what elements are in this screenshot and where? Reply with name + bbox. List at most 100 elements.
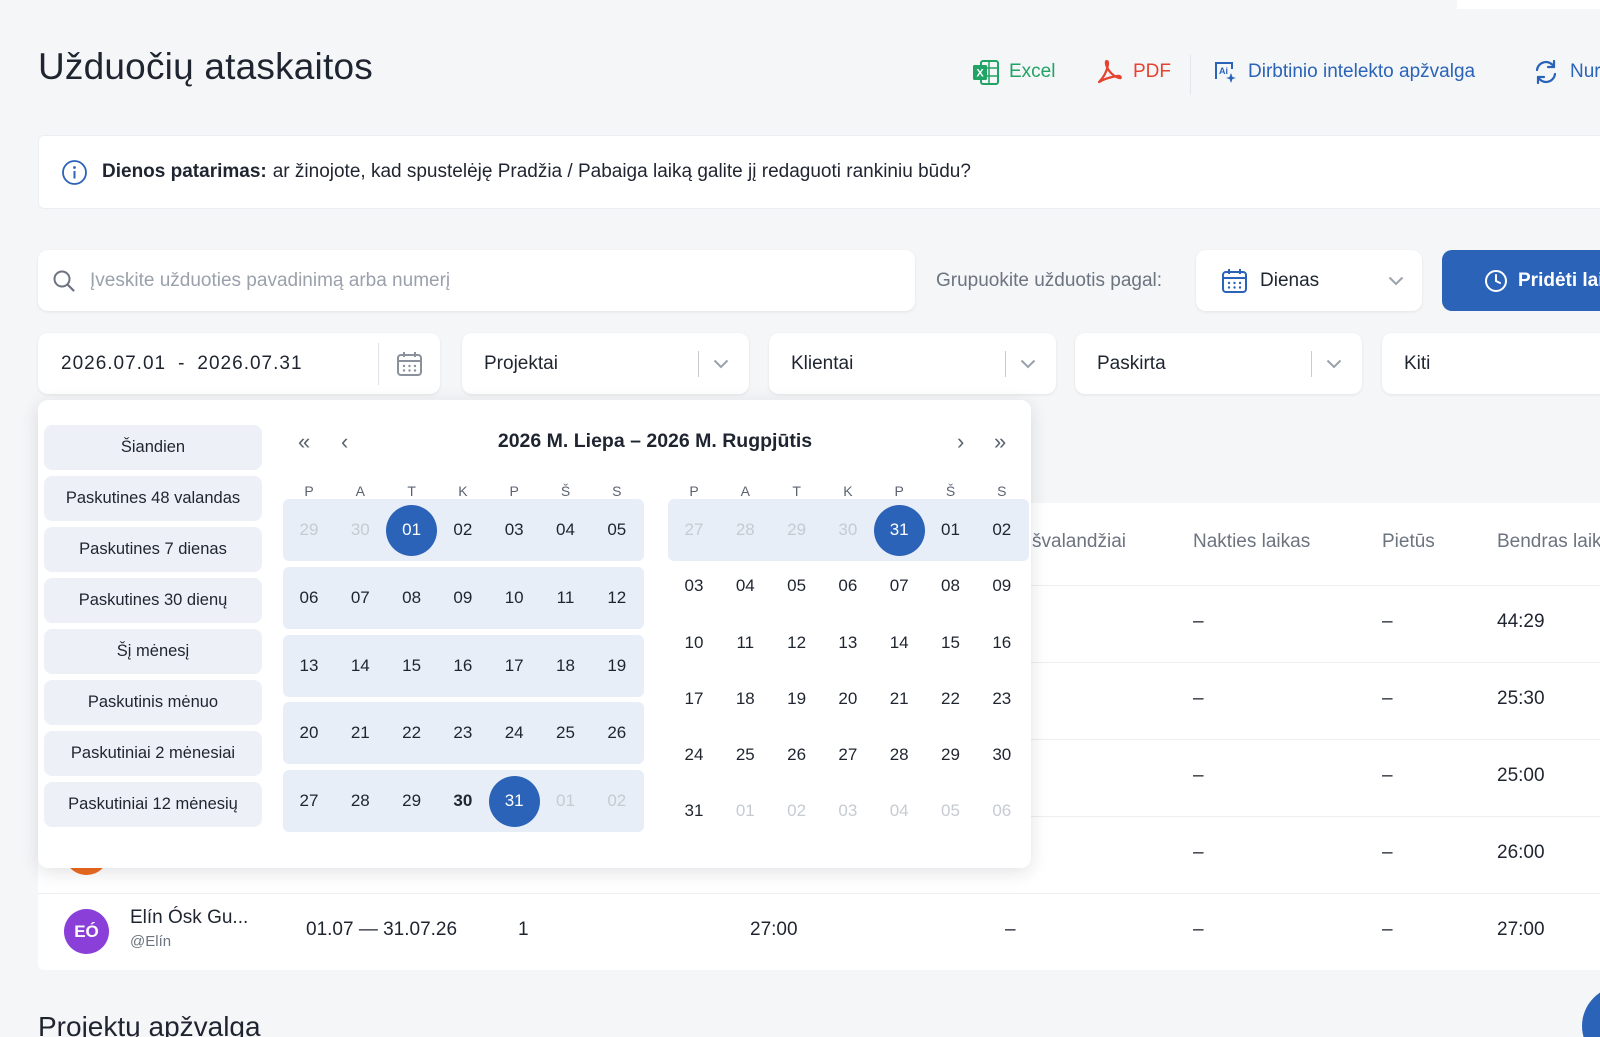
calendar-day[interactable]: 27 <box>823 745 873 765</box>
calendar-day[interactable]: 31 <box>669 801 719 821</box>
calendar-day[interactable]: 02 <box>438 520 488 540</box>
calendar-day[interactable]: 03 <box>489 520 539 540</box>
calendar-day[interactable]: 12 <box>772 633 822 653</box>
calendar-day[interactable]: 27 <box>669 520 719 540</box>
calendar-day[interactable]: 02 <box>977 520 1027 540</box>
calendar-day[interactable]: 22 <box>926 689 976 709</box>
prev-month-icon[interactable]: ‹ <box>341 431 348 453</box>
calendar-day[interactable]: 24 <box>669 745 719 765</box>
preset-today[interactable]: Šiandien <box>44 425 262 470</box>
calendar-day[interactable]: 30 <box>335 520 385 540</box>
calendar-day[interactable]: 01 <box>387 520 437 540</box>
calendar-day[interactable]: 19 <box>772 689 822 709</box>
calendar-day[interactable]: 29 <box>284 520 334 540</box>
calendar-day[interactable]: 01 <box>720 801 770 821</box>
assigned-filter[interactable]: Paskirta <box>1075 333 1362 394</box>
calendar-day[interactable]: 20 <box>284 723 334 743</box>
calendar-day[interactable]: 13 <box>823 633 873 653</box>
calendar-day[interactable]: 06 <box>284 588 334 608</box>
calendar-day[interactable]: 08 <box>387 588 437 608</box>
calendar-day[interactable]: 15 <box>926 633 976 653</box>
calendar-day[interactable]: 09 <box>977 576 1027 596</box>
calendar-day[interactable]: 02 <box>592 791 642 811</box>
calendar-day[interactable]: 14 <box>874 633 924 653</box>
calendar-day[interactable]: 28 <box>874 745 924 765</box>
calendar-day[interactable]: 30 <box>438 791 488 811</box>
excel-export-button[interactable]: X Excel <box>972 52 1055 92</box>
calendar-day[interactable]: 05 <box>926 801 976 821</box>
preset-last-48h[interactable]: Paskutines 48 valandas <box>44 476 262 521</box>
calendar-day[interactable]: 01 <box>926 520 976 540</box>
calendar-icon[interactable] <box>396 351 423 377</box>
calendar-day[interactable]: 03 <box>823 801 873 821</box>
user-name[interactable]: Elín Ósk Gu... <box>130 907 248 929</box>
calendar-day[interactable]: 21 <box>874 689 924 709</box>
calendar-day[interactable]: 31 <box>489 791 539 811</box>
calendar-day[interactable]: 26 <box>592 723 642 743</box>
calendar-day[interactable]: 30 <box>823 520 873 540</box>
calendar-day[interactable]: 06 <box>823 576 873 596</box>
calendar-day[interactable]: 11 <box>541 588 591 608</box>
search-box[interactable] <box>38 250 915 311</box>
calendar-day[interactable]: 05 <box>592 520 642 540</box>
pdf-export-button[interactable]: PDF <box>1095 52 1171 92</box>
calendar-day[interactable]: 27 <box>284 791 334 811</box>
calendar-day[interactable]: 25 <box>541 723 591 743</box>
prev-year-icon[interactable]: « <box>298 431 310 453</box>
calendar-day[interactable]: 17 <box>489 656 539 676</box>
calendar-day[interactable]: 28 <box>335 791 385 811</box>
calendar-day[interactable]: 28 <box>720 520 770 540</box>
calendar-day[interactable]: 18 <box>720 689 770 709</box>
calendar-day[interactable]: 23 <box>977 689 1027 709</box>
calendar-day[interactable]: 10 <box>489 588 539 608</box>
calendar-day[interactable]: 07 <box>874 576 924 596</box>
calendar-day[interactable]: 16 <box>438 656 488 676</box>
clients-filter[interactable]: Klientai <box>769 333 1056 394</box>
calendar-day[interactable]: 22 <box>387 723 437 743</box>
group-by-select[interactable]: Dienas <box>1196 250 1422 311</box>
calendar-day[interactable]: 31 <box>874 520 924 540</box>
calendar-day[interactable]: 04 <box>874 801 924 821</box>
preset-last-30d[interactable]: Paskutines 30 dienų <box>44 578 262 623</box>
calendar-day[interactable]: 14 <box>335 656 385 676</box>
calendar-day[interactable]: 26 <box>772 745 822 765</box>
calendar-day[interactable]: 20 <box>823 689 873 709</box>
ai-review-button[interactable]: Ai Dirbtinio intelekto apžvalga <box>1212 52 1475 92</box>
avatar[interactable]: EÓ <box>64 909 109 954</box>
calendar-day[interactable]: 06 <box>977 801 1027 821</box>
projects-filter[interactable]: Projektai <box>462 333 749 394</box>
calendar-day[interactable]: 17 <box>669 689 719 709</box>
calendar-day[interactable]: 04 <box>541 520 591 540</box>
calendar-day[interactable]: 13 <box>284 656 334 676</box>
calendar-day[interactable]: 16 <box>977 633 1027 653</box>
preset-last-12-months[interactable]: Paskutiniai 12 mėnesių <box>44 782 262 827</box>
calendar-day[interactable]: 08 <box>926 576 976 596</box>
calendar-day[interactable]: 02 <box>772 801 822 821</box>
search-input[interactable] <box>90 269 870 292</box>
next-month-icon[interactable]: › <box>957 431 964 453</box>
calendar-day[interactable]: 03 <box>669 576 719 596</box>
calendar-day[interactable]: 12 <box>592 588 642 608</box>
reset-button[interactable]: Nur <box>1532 52 1600 92</box>
add-time-button[interactable]: Pridėti lai <box>1442 250 1600 311</box>
date-range-picker[interactable]: 2026.07.01 - 2026.07.31 <box>38 333 440 394</box>
calendar-day[interactable]: 24 <box>489 723 539 743</box>
calendar-day[interactable]: 11 <box>720 633 770 653</box>
preset-last-month[interactable]: Paskutinis mėnuo <box>44 680 262 725</box>
date-start[interactable]: 2026.07.01 <box>61 353 166 375</box>
calendar-day[interactable]: 29 <box>387 791 437 811</box>
calendar-day[interactable]: 01 <box>541 791 591 811</box>
calendar-day[interactable]: 30 <box>977 745 1027 765</box>
calendar-day[interactable]: 23 <box>438 723 488 743</box>
preset-this-month[interactable]: Šį mėnesį <box>44 629 262 674</box>
floating-action-button[interactable] <box>1582 986 1600 1037</box>
calendar-day[interactable]: 10 <box>669 633 719 653</box>
date-end[interactable]: 2026.07.31 <box>197 353 302 375</box>
calendar-day[interactable]: 04 <box>720 576 770 596</box>
calendar-day[interactable]: 25 <box>720 745 770 765</box>
calendar-day[interactable]: 07 <box>335 588 385 608</box>
next-year-icon[interactable]: » <box>994 431 1006 453</box>
calendar-day[interactable]: 15 <box>387 656 437 676</box>
calendar-day[interactable]: 21 <box>335 723 385 743</box>
calendar-day[interactable]: 18 <box>541 656 591 676</box>
